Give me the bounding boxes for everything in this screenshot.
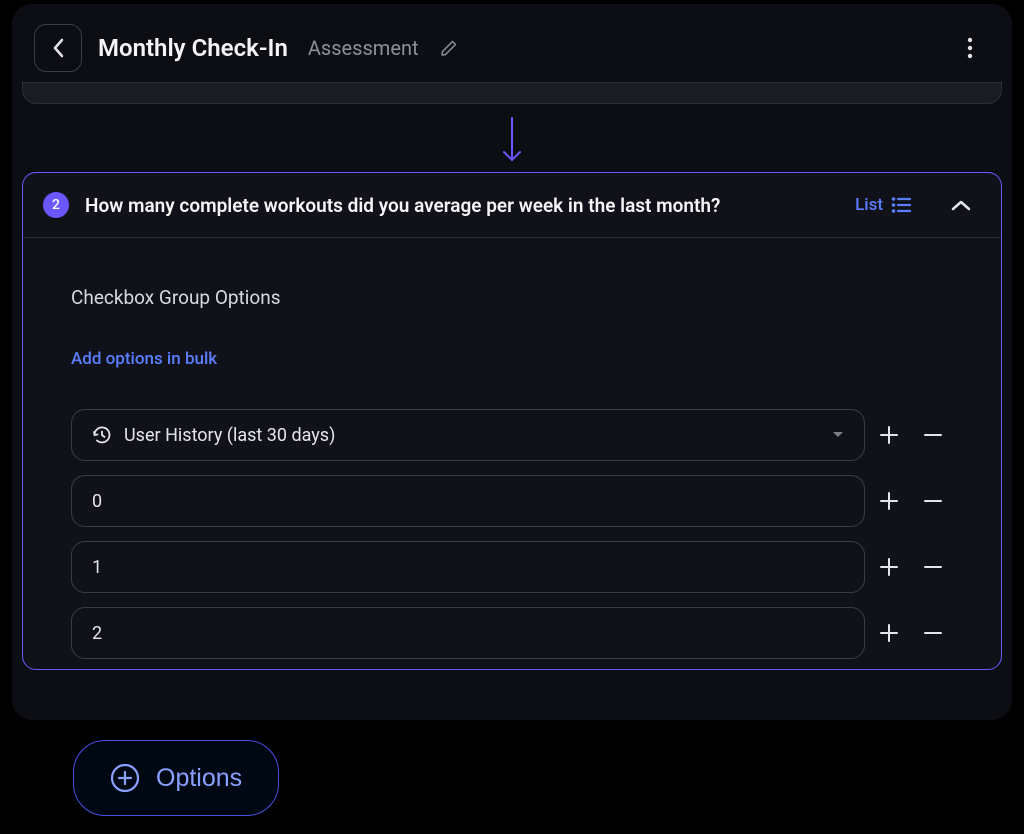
option-row: 1 bbox=[71, 541, 953, 593]
more-menu-button[interactable] bbox=[956, 34, 984, 62]
arrow-down-icon bbox=[500, 114, 524, 164]
add-option-button[interactable] bbox=[869, 547, 909, 587]
question-number-badge: 2 bbox=[43, 192, 69, 218]
option-row: User History (last 30 days) bbox=[71, 409, 953, 461]
option-row: 2 bbox=[71, 607, 953, 659]
add-bulk-link[interactable]: Add options in bulk bbox=[71, 349, 217, 369]
option-input[interactable]: 0 bbox=[71, 475, 865, 527]
remove-option-button[interactable] bbox=[913, 613, 953, 653]
option-label: User History (last 30 days) bbox=[124, 425, 820, 446]
option-label: 1 bbox=[92, 557, 844, 578]
back-button[interactable] bbox=[34, 24, 82, 72]
plus-icon bbox=[879, 425, 899, 445]
question-text: How many complete workouts did you avera… bbox=[85, 194, 839, 217]
list-toggle-button[interactable]: List bbox=[855, 195, 911, 215]
plus-icon bbox=[879, 623, 899, 643]
add-option-button[interactable] bbox=[869, 481, 909, 521]
options-list: User History (last 30 days) 0 bbox=[71, 409, 953, 659]
option-input-dropdown[interactable]: User History (last 30 days) bbox=[71, 409, 865, 461]
minus-icon bbox=[923, 425, 943, 445]
remove-option-button[interactable] bbox=[913, 547, 953, 587]
question-body: Checkbox Group Options Add options in bu… bbox=[23, 238, 1001, 669]
chevron-left-icon bbox=[52, 38, 64, 58]
minus-icon bbox=[923, 623, 943, 643]
minus-icon bbox=[923, 491, 943, 511]
remove-option-button[interactable] bbox=[913, 415, 953, 455]
question-header: 2 How many complete workouts did you ave… bbox=[23, 173, 1001, 238]
option-row: 0 bbox=[71, 475, 953, 527]
plus-icon bbox=[879, 557, 899, 577]
option-input[interactable]: 2 bbox=[71, 607, 865, 659]
canvas: 2 How many complete workouts did you ave… bbox=[12, 82, 1012, 670]
app-frame: Monthly Check-In Assessment 2 How many c… bbox=[12, 4, 1012, 720]
flow-arrow bbox=[22, 114, 1002, 164]
options-fab-button[interactable]: Options bbox=[73, 740, 279, 816]
edit-title-button[interactable] bbox=[435, 34, 463, 62]
collapse-button[interactable] bbox=[947, 191, 975, 219]
list-toggle-label: List bbox=[855, 195, 883, 215]
add-option-button[interactable] bbox=[869, 613, 909, 653]
plus-circle-icon bbox=[110, 763, 140, 793]
caret-down-icon bbox=[832, 429, 844, 441]
page-subtitle: Assessment bbox=[308, 36, 419, 60]
options-section-title: Checkbox Group Options bbox=[71, 286, 953, 309]
add-option-button[interactable] bbox=[869, 415, 909, 455]
minus-icon bbox=[923, 557, 943, 577]
list-icon bbox=[891, 197, 911, 213]
plus-icon bbox=[879, 491, 899, 511]
option-input[interactable]: 1 bbox=[71, 541, 865, 593]
history-icon bbox=[92, 425, 112, 445]
dots-vertical-icon bbox=[967, 37, 973, 59]
fab-label: Options bbox=[156, 764, 242, 793]
page-title: Monthly Check-In bbox=[98, 34, 288, 62]
question-card: 2 How many complete workouts did you ave… bbox=[22, 172, 1002, 670]
chevron-up-icon bbox=[951, 199, 971, 211]
remove-option-button[interactable] bbox=[913, 481, 953, 521]
app-header: Monthly Check-In Assessment bbox=[12, 4, 1012, 82]
pencil-icon bbox=[440, 39, 458, 57]
option-label: 0 bbox=[92, 491, 844, 512]
collapsed-question-card[interactable] bbox=[22, 82, 1002, 104]
option-label: 2 bbox=[92, 623, 844, 644]
